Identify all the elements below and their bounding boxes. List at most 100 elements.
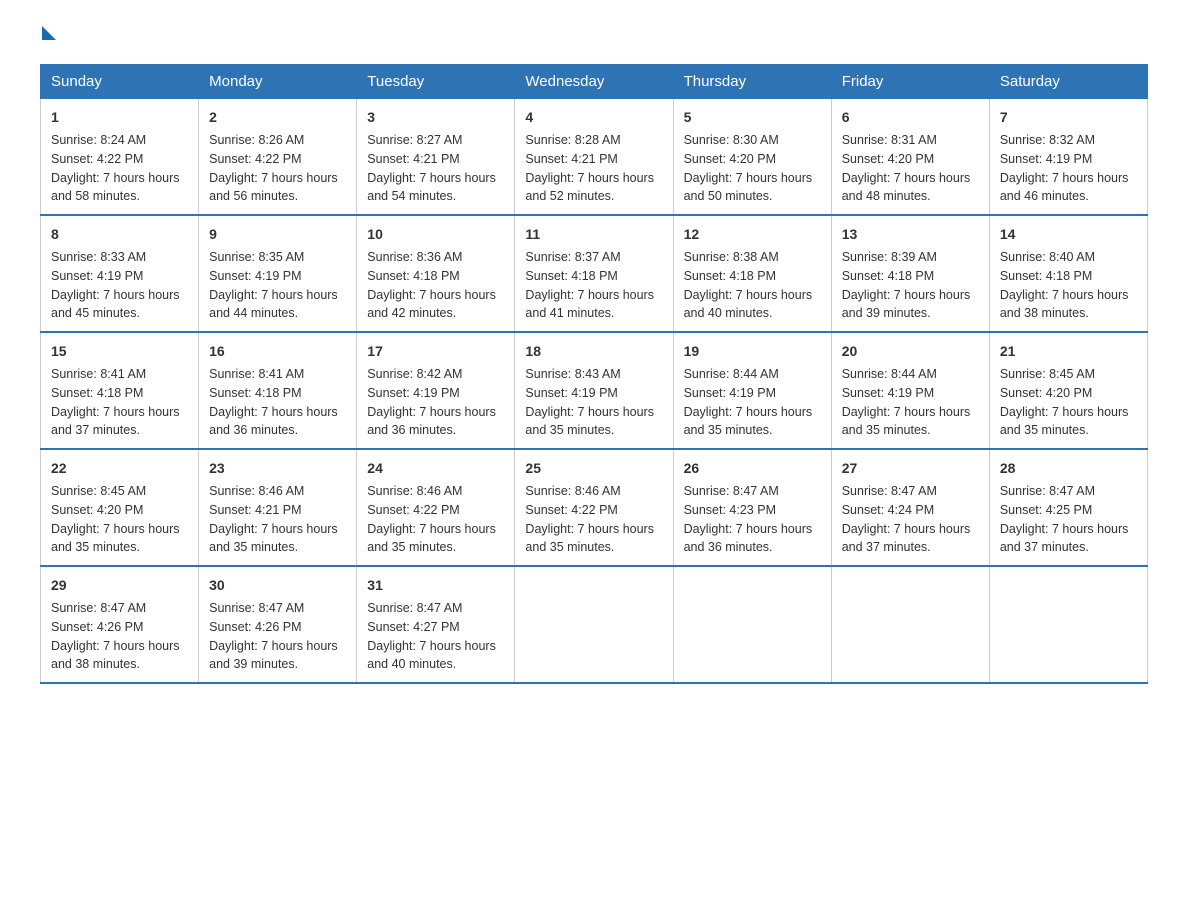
day-sunrise: Sunrise: 8:37 AM [525, 250, 620, 264]
day-sunset: Sunset: 4:22 PM [525, 503, 617, 517]
day-sunset: Sunset: 4:18 PM [367, 269, 459, 283]
day-sunset: Sunset: 4:18 PM [684, 269, 776, 283]
day-daylight: Daylight: 7 hours hoursand 40 minutes. [367, 639, 496, 672]
day-daylight: Daylight: 7 hours hoursand 36 minutes. [367, 405, 496, 438]
day-sunrise: Sunrise: 8:28 AM [525, 133, 620, 147]
calendar-cell: 10 Sunrise: 8:36 AM Sunset: 4:18 PM Dayl… [357, 215, 515, 332]
day-sunset: Sunset: 4:18 PM [1000, 269, 1092, 283]
calendar-cell: 11 Sunrise: 8:37 AM Sunset: 4:18 PM Dayl… [515, 215, 673, 332]
calendar-cell: 18 Sunrise: 8:43 AM Sunset: 4:19 PM Dayl… [515, 332, 673, 449]
day-sunset: Sunset: 4:25 PM [1000, 503, 1092, 517]
day-sunset: Sunset: 4:18 PM [51, 386, 143, 400]
day-number: 3 [367, 107, 504, 128]
weekday-header-friday: Friday [831, 65, 989, 99]
day-daylight: Daylight: 7 hours hoursand 45 minutes. [51, 288, 180, 321]
day-sunrise: Sunrise: 8:41 AM [51, 367, 146, 381]
day-number: 12 [684, 224, 821, 245]
day-daylight: Daylight: 7 hours hoursand 35 minutes. [525, 405, 654, 438]
day-daylight: Daylight: 7 hours hoursand 35 minutes. [684, 405, 813, 438]
calendar-cell [515, 566, 673, 683]
day-sunset: Sunset: 4:22 PM [209, 152, 301, 166]
calendar-cell: 14 Sunrise: 8:40 AM Sunset: 4:18 PM Dayl… [989, 215, 1147, 332]
day-daylight: Daylight: 7 hours hoursand 35 minutes. [367, 522, 496, 555]
day-number: 15 [51, 341, 188, 362]
day-number: 7 [1000, 107, 1137, 128]
day-sunrise: Sunrise: 8:41 AM [209, 367, 304, 381]
day-sunset: Sunset: 4:27 PM [367, 620, 459, 634]
day-daylight: Daylight: 7 hours hoursand 44 minutes. [209, 288, 338, 321]
day-sunset: Sunset: 4:20 PM [842, 152, 934, 166]
day-daylight: Daylight: 7 hours hoursand 46 minutes. [1000, 171, 1129, 204]
day-sunset: Sunset: 4:21 PM [525, 152, 617, 166]
day-number: 14 [1000, 224, 1137, 245]
calendar-week-row: 15 Sunrise: 8:41 AM Sunset: 4:18 PM Dayl… [41, 332, 1148, 449]
day-daylight: Daylight: 7 hours hoursand 56 minutes. [209, 171, 338, 204]
logo [40, 30, 56, 44]
calendar-cell: 12 Sunrise: 8:38 AM Sunset: 4:18 PM Dayl… [673, 215, 831, 332]
day-daylight: Daylight: 7 hours hoursand 40 minutes. [684, 288, 813, 321]
day-sunrise: Sunrise: 8:47 AM [1000, 484, 1095, 498]
day-number: 6 [842, 107, 979, 128]
day-sunset: Sunset: 4:19 PM [525, 386, 617, 400]
calendar-cell: 7 Sunrise: 8:32 AM Sunset: 4:19 PM Dayli… [989, 99, 1147, 216]
day-sunrise: Sunrise: 8:24 AM [51, 133, 146, 147]
day-sunset: Sunset: 4:19 PM [367, 386, 459, 400]
day-number: 18 [525, 341, 662, 362]
day-sunset: Sunset: 4:19 PM [684, 386, 776, 400]
day-sunrise: Sunrise: 8:47 AM [684, 484, 779, 498]
calendar-cell: 19 Sunrise: 8:44 AM Sunset: 4:19 PM Dayl… [673, 332, 831, 449]
calendar-cell: 20 Sunrise: 8:44 AM Sunset: 4:19 PM Dayl… [831, 332, 989, 449]
day-daylight: Daylight: 7 hours hoursand 35 minutes. [842, 405, 971, 438]
day-sunrise: Sunrise: 8:46 AM [525, 484, 620, 498]
calendar-cell: 27 Sunrise: 8:47 AM Sunset: 4:24 PM Dayl… [831, 449, 989, 566]
weekday-header-sunday: Sunday [41, 65, 199, 99]
calendar-cell: 22 Sunrise: 8:45 AM Sunset: 4:20 PM Dayl… [41, 449, 199, 566]
logo-arrow-icon [42, 26, 56, 40]
page-header [40, 30, 1148, 44]
day-sunset: Sunset: 4:20 PM [51, 503, 143, 517]
calendar-cell: 26 Sunrise: 8:47 AM Sunset: 4:23 PM Dayl… [673, 449, 831, 566]
day-daylight: Daylight: 7 hours hoursand 35 minutes. [525, 522, 654, 555]
weekday-header-monday: Monday [199, 65, 357, 99]
day-sunrise: Sunrise: 8:36 AM [367, 250, 462, 264]
day-daylight: Daylight: 7 hours hoursand 38 minutes. [51, 639, 180, 672]
day-number: 13 [842, 224, 979, 245]
weekday-header-wednesday: Wednesday [515, 65, 673, 99]
calendar-week-row: 22 Sunrise: 8:45 AM Sunset: 4:20 PM Dayl… [41, 449, 1148, 566]
day-number: 28 [1000, 458, 1137, 479]
day-number: 17 [367, 341, 504, 362]
day-sunset: Sunset: 4:20 PM [684, 152, 776, 166]
calendar-cell: 1 Sunrise: 8:24 AM Sunset: 4:22 PM Dayli… [41, 99, 199, 216]
day-number: 4 [525, 107, 662, 128]
day-sunrise: Sunrise: 8:44 AM [684, 367, 779, 381]
calendar-cell: 30 Sunrise: 8:47 AM Sunset: 4:26 PM Dayl… [199, 566, 357, 683]
day-sunset: Sunset: 4:18 PM [842, 269, 934, 283]
day-sunset: Sunset: 4:20 PM [1000, 386, 1092, 400]
day-sunrise: Sunrise: 8:42 AM [367, 367, 462, 381]
day-daylight: Daylight: 7 hours hoursand 35 minutes. [209, 522, 338, 555]
calendar-cell: 8 Sunrise: 8:33 AM Sunset: 4:19 PM Dayli… [41, 215, 199, 332]
day-daylight: Daylight: 7 hours hoursand 41 minutes. [525, 288, 654, 321]
day-sunrise: Sunrise: 8:47 AM [51, 601, 146, 615]
day-sunrise: Sunrise: 8:40 AM [1000, 250, 1095, 264]
day-sunrise: Sunrise: 8:45 AM [51, 484, 146, 498]
calendar-cell: 21 Sunrise: 8:45 AM Sunset: 4:20 PM Dayl… [989, 332, 1147, 449]
day-sunrise: Sunrise: 8:32 AM [1000, 133, 1095, 147]
calendar-cell [831, 566, 989, 683]
day-daylight: Daylight: 7 hours hoursand 50 minutes. [684, 171, 813, 204]
day-daylight: Daylight: 7 hours hoursand 58 minutes. [51, 171, 180, 204]
day-sunset: Sunset: 4:23 PM [684, 503, 776, 517]
day-daylight: Daylight: 7 hours hoursand 48 minutes. [842, 171, 971, 204]
calendar-cell: 29 Sunrise: 8:47 AM Sunset: 4:26 PM Dayl… [41, 566, 199, 683]
calendar-week-row: 1 Sunrise: 8:24 AM Sunset: 4:22 PM Dayli… [41, 99, 1148, 216]
day-sunrise: Sunrise: 8:35 AM [209, 250, 304, 264]
calendar-cell: 9 Sunrise: 8:35 AM Sunset: 4:19 PM Dayli… [199, 215, 357, 332]
day-number: 10 [367, 224, 504, 245]
calendar-cell: 3 Sunrise: 8:27 AM Sunset: 4:21 PM Dayli… [357, 99, 515, 216]
calendar-cell: 15 Sunrise: 8:41 AM Sunset: 4:18 PM Dayl… [41, 332, 199, 449]
weekday-header-saturday: Saturday [989, 65, 1147, 99]
day-daylight: Daylight: 7 hours hoursand 37 minutes. [51, 405, 180, 438]
day-sunrise: Sunrise: 8:47 AM [367, 601, 462, 615]
calendar-week-row: 8 Sunrise: 8:33 AM Sunset: 4:19 PM Dayli… [41, 215, 1148, 332]
day-number: 1 [51, 107, 188, 128]
